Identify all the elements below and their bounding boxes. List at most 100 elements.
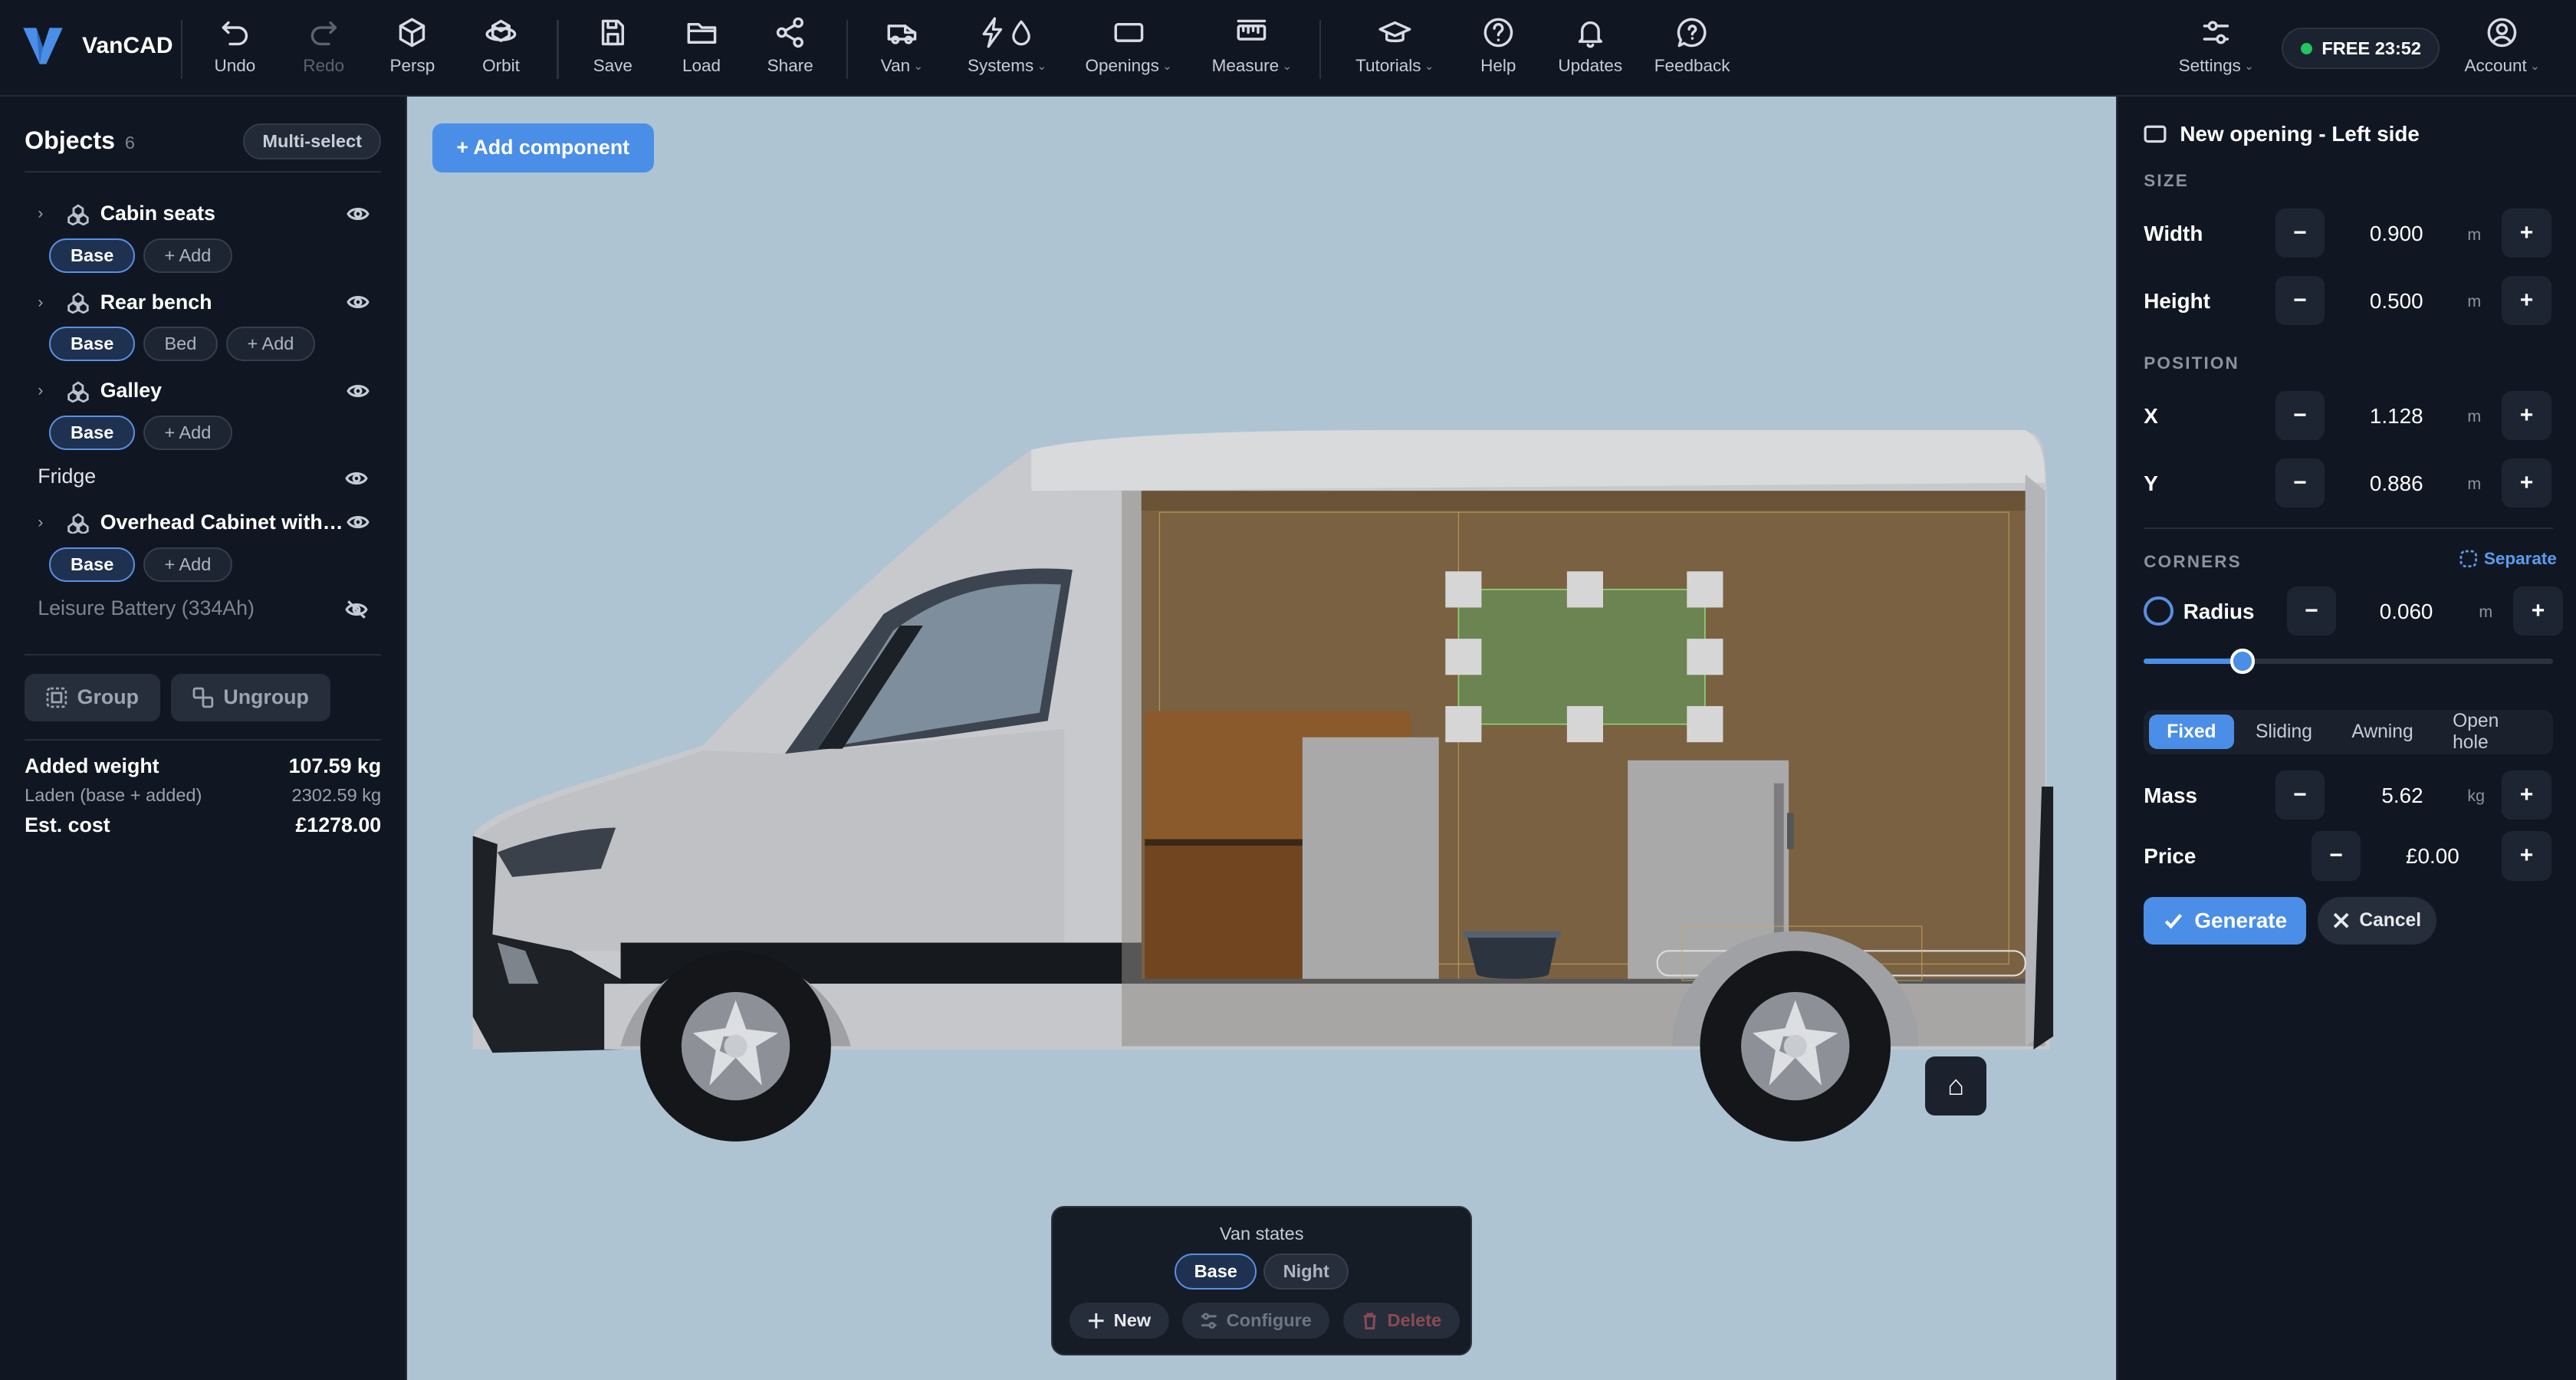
width-decrement-button[interactable]: − — [2275, 209, 2325, 258]
account-menu[interactable]: Account ⌄ — [2454, 16, 2549, 85]
mass-input[interactable]: 5.62 — [2341, 784, 2423, 808]
eye-icon[interactable] — [347, 202, 370, 225]
height-increment-button[interactable]: + — [2502, 275, 2551, 326]
mass-increment-button[interactable]: + — [2502, 770, 2551, 820]
home-view-icon[interactable]: ⌂ — [1925, 1056, 1986, 1116]
object-item-galley[interactable]: › Galley Base + Add — [25, 373, 386, 451]
persp-button[interactable]: Persp — [365, 16, 460, 85]
save-button[interactable]: Save — [565, 16, 660, 85]
type-awning-option[interactable]: Awning — [2334, 715, 2431, 749]
settings-menu[interactable]: Settings ⌄ — [2169, 16, 2264, 85]
chip-base[interactable]: Base — [49, 238, 136, 273]
feedback-button[interactable]: Feedback — [1644, 16, 1740, 85]
mass-decrement-button[interactable]: − — [2275, 770, 2325, 820]
ungroup-button[interactable]: Ungroup — [170, 673, 330, 721]
object-item-fridge[interactable]: Fridge — [38, 465, 96, 488]
undo-button[interactable]: Undo — [187, 16, 282, 85]
measure-menu[interactable]: Measure ⌄ — [1201, 16, 1303, 85]
help-button[interactable]: Help — [1451, 16, 1546, 85]
radius-input[interactable]: 0.060 — [2351, 600, 2433, 624]
configure-state-button[interactable]: Configure — [1181, 1303, 1330, 1339]
chevron-right-icon[interactable]: › — [38, 204, 61, 223]
chip-add[interactable]: + Add — [225, 327, 316, 362]
state-night-button[interactable]: Night — [1263, 1253, 1349, 1290]
chip-add[interactable]: + Add — [143, 238, 233, 273]
van-menu[interactable]: Van ⌄ — [854, 16, 949, 85]
height-input[interactable]: 0.500 — [2341, 289, 2423, 314]
3d-viewport[interactable]: + Add component ⌂ Van states Base Night … — [407, 97, 2116, 1380]
width-increment-button[interactable]: + — [2502, 209, 2551, 258]
eye-icon[interactable] — [347, 380, 370, 402]
x-input[interactable]: 1.128 — [2341, 404, 2423, 429]
eye-off-icon[interactable] — [345, 598, 368, 621]
load-button[interactable]: Load — [654, 16, 749, 85]
systems-menu[interactable]: Systems ⌄ — [956, 16, 1058, 85]
redo-button[interactable]: Redo — [276, 16, 371, 85]
ungroup-icon — [192, 687, 213, 708]
y-decrement-button[interactable]: − — [2275, 458, 2325, 508]
multi-select-button[interactable]: Multi-select — [243, 123, 382, 159]
app-logo[interactable]: VanCAD — [20, 23, 172, 69]
group-button[interactable]: Group — [25, 673, 160, 721]
eye-icon[interactable] — [347, 511, 370, 534]
object-item-cabin-seats[interactable]: › Cabin seats Base + Add — [25, 196, 386, 273]
plus-icon — [1089, 1313, 1105, 1329]
updates-button[interactable]: Updates — [1543, 16, 1638, 85]
radius-checkbox[interactable] — [2144, 596, 2174, 626]
dashed-corner-icon — [2459, 550, 2477, 567]
orbit-button[interactable]: Orbit — [453, 16, 548, 85]
eye-icon[interactable] — [345, 467, 368, 490]
chevron-right-icon[interactable]: › — [38, 513, 61, 532]
slider-handle[interactable] — [2230, 649, 2256, 674]
price-increment-button[interactable]: + — [2502, 831, 2551, 881]
object-row[interactable]: › Rear bench — [25, 284, 386, 320]
share-label: Share — [767, 55, 813, 75]
width-input[interactable]: 0.900 — [2341, 222, 2423, 246]
x-increment-button[interactable]: + — [2502, 390, 2551, 441]
generate-button[interactable]: Generate — [2144, 896, 2307, 945]
chip-base[interactable]: Base — [49, 416, 136, 451]
openings-menu[interactable]: Openings ⌄ — [1078, 16, 1180, 85]
price-input[interactable]: £0.00 — [2377, 844, 2459, 869]
van-3d-model[interactable] — [407, 97, 2116, 1380]
state-base-button[interactable]: Base — [1175, 1253, 1257, 1290]
chip-bed[interactable]: Bed — [143, 327, 219, 362]
chevron-right-icon[interactable]: › — [38, 381, 61, 400]
chevron-down-icon: ⌄ — [1282, 59, 1293, 73]
height-decrement-button[interactable]: − — [2275, 275, 2325, 326]
delete-state-button[interactable]: Delete — [1342, 1303, 1460, 1339]
price-decrement-button[interactable]: − — [2311, 831, 2361, 881]
cancel-button[interactable]: Cancel — [2318, 896, 2436, 945]
object-item-overhead-cabinet[interactable]: › Overhead Cabinet with … Base + Add — [25, 504, 386, 582]
add-component-button[interactable]: + Add component — [432, 123, 654, 172]
type-fixed-option[interactable]: Fixed — [2148, 715, 2235, 750]
chip-add[interactable]: + Add — [143, 416, 233, 451]
y-increment-button[interactable]: + — [2502, 458, 2551, 508]
object-item-leisure-battery[interactable]: Leisure Battery (334Ah) — [38, 596, 255, 620]
type-open-hole-option[interactable]: Open hole — [2435, 711, 2548, 753]
tutorials-menu[interactable]: Tutorials ⌄ — [1344, 16, 1446, 85]
radius-increment-button[interactable]: + — [2513, 586, 2563, 636]
new-state-button[interactable]: New — [1069, 1303, 1169, 1339]
plan-timer-badge[interactable]: FREE 23:52 — [2282, 28, 2440, 69]
type-sliding-option[interactable]: Sliding — [2237, 715, 2330, 749]
chip-base[interactable]: Base — [49, 547, 136, 582]
laden-weight-value: 2302.59 kg — [291, 785, 382, 806]
object-row[interactable]: › Cabin seats — [25, 196, 386, 232]
toolbar-divider — [846, 19, 848, 79]
share-button[interactable]: Share — [743, 16, 838, 85]
y-input[interactable]: 0.886 — [2341, 472, 2423, 496]
chip-add[interactable]: + Add — [143, 547, 233, 582]
chevron-right-icon[interactable]: › — [38, 293, 61, 312]
object-row[interactable]: › Galley — [25, 373, 386, 409]
object-row[interactable]: › Overhead Cabinet with … — [25, 504, 386, 540]
x-decrement-button[interactable]: − — [2275, 390, 2325, 441]
object-item-rear-bench[interactable]: › Rear bench Base Bed + Add — [25, 284, 386, 362]
separate-corners-button[interactable]: Separate — [2459, 549, 2557, 569]
radius-slider[interactable] — [2144, 649, 2553, 674]
chip-base[interactable]: Base — [49, 327, 136, 362]
graduation-cap-icon — [1378, 21, 1411, 43]
properties-panel: New opening - Left side SIZE Width − 0.9… — [2116, 97, 2576, 1380]
radius-decrement-button[interactable]: − — [2286, 586, 2336, 636]
eye-icon[interactable] — [347, 291, 370, 314]
